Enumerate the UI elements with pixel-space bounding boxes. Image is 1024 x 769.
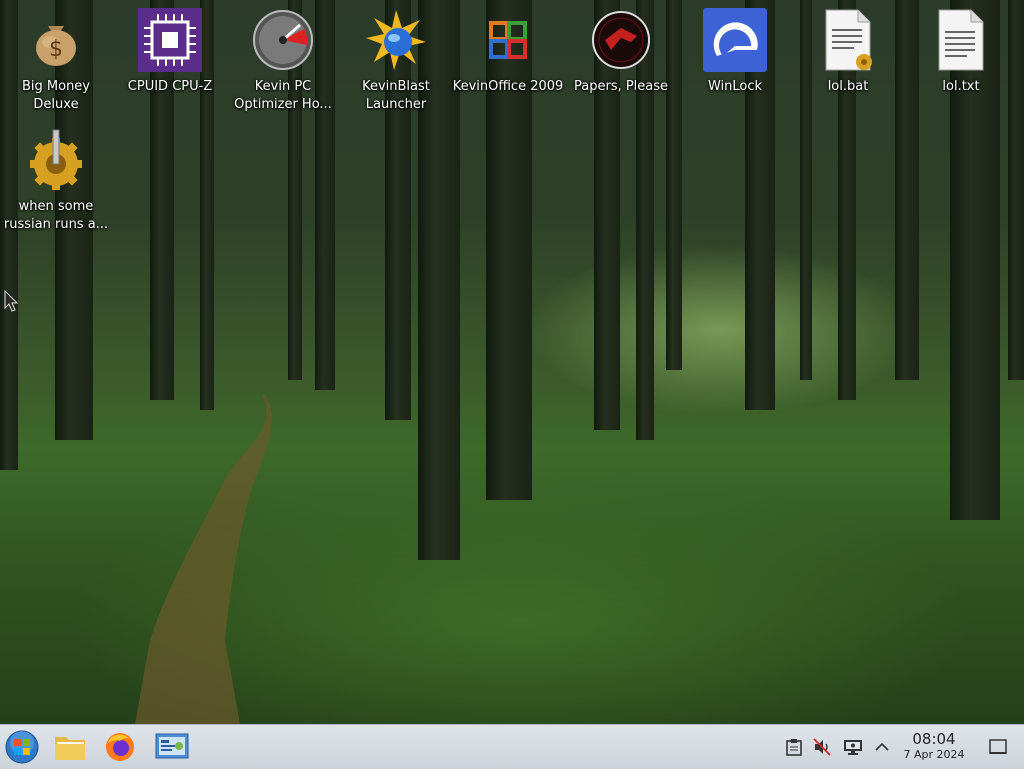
desktop-icon-label: CPUID CPU-Z — [127, 79, 213, 94]
desktop-icon-when-some-russian[interactable]: when some russian runs a... — [0, 128, 112, 234]
winlock-icon — [703, 8, 767, 72]
cpu-chip-icon — [138, 8, 202, 72]
taskbar-clock[interactable]: 08:04 7 Apr 2024 — [896, 731, 972, 762]
desktop-icon-winlock[interactable]: WinLock — [679, 8, 791, 96]
gear-executable-icon — [24, 128, 88, 192]
network-monitor-icon — [844, 740, 862, 755]
desktop-icon-lol-bat[interactable]: lol.bat — [792, 8, 904, 96]
desktop-icon-label: Kevin PC Optimizer Ho... — [234, 79, 332, 112]
svg-text:$: $ — [49, 37, 63, 62]
starburst-globe-icon — [364, 8, 428, 72]
desktop-icon-kevinoffice-2009[interactable]: KevinOffice 2009 — [452, 8, 564, 96]
clipboard-icon — [786, 739, 802, 756]
desktop-icon-kevin-pc-optimizer[interactable]: Kevin PC Optimizer Ho... — [227, 8, 339, 114]
desktop-icon-label: when some russian runs a... — [3, 199, 109, 232]
office-logo-icon — [476, 8, 540, 72]
desktop-icon-kevinblast-launcher[interactable]: KevinBlast Launcher — [340, 8, 452, 114]
desktop-icon-papers-please[interactable]: Papers, Please — [565, 8, 677, 96]
tray-network[interactable] — [841, 733, 865, 761]
desktop-icon-label: WinLock — [707, 79, 763, 94]
chevron-up-icon — [875, 742, 889, 751]
desktop-wallpaper — [0, 0, 1024, 724]
taskbar-firefox[interactable] — [100, 729, 140, 765]
desktop-icon-big-money-deluxe[interactable]: $ Big Money Deluxe — [0, 8, 112, 114]
money-bag-icon: $ — [24, 8, 88, 72]
show-desktop-button[interactable] — [986, 733, 1010, 761]
tray-volume[interactable] — [810, 733, 834, 761]
desktop-icon-label: KevinBlast Launcher — [362, 79, 430, 112]
desktop-icon-cpuid-cpu-z[interactable]: CPUID CPU-Z — [114, 8, 226, 96]
desktop-icon-label: Papers, Please — [573, 79, 669, 94]
desktop-icon-label: Big Money Deluxe — [21, 79, 90, 112]
tray-clipboard[interactable] — [782, 733, 806, 761]
firefox-icon — [106, 733, 134, 761]
show-desktop-icon — [989, 739, 1007, 754]
taskbar: 08:04 7 Apr 2024 — [0, 724, 1024, 769]
speedometer-icon — [251, 8, 315, 72]
papers-please-emblem-icon — [589, 8, 653, 72]
clock-date: 7 Apr 2024 — [903, 748, 965, 761]
text-file-icon — [929, 8, 993, 72]
mouse-cursor-icon — [4, 290, 18, 312]
windows-orb-icon — [5, 730, 39, 764]
folder-icon — [55, 737, 85, 760]
batch-file-icon — [816, 8, 880, 72]
start-button[interactable] — [2, 729, 42, 765]
desktop-icon-label: lol.bat — [827, 79, 869, 94]
clock-time: 08:04 — [912, 730, 956, 748]
taskbar-control-panel[interactable] — [152, 729, 192, 765]
tray-show-hidden-icons[interactable] — [870, 733, 894, 761]
taskbar-file-explorer[interactable] — [50, 729, 90, 765]
control-panel-icon — [155, 733, 189, 759]
desktop-icon-label: KevinOffice 2009 — [452, 79, 564, 94]
desktop-icon-label: lol.txt — [942, 79, 980, 94]
speaker-muted-icon — [813, 738, 831, 756]
desktop-icon-lol-txt[interactable]: lol.txt — [905, 8, 1017, 96]
